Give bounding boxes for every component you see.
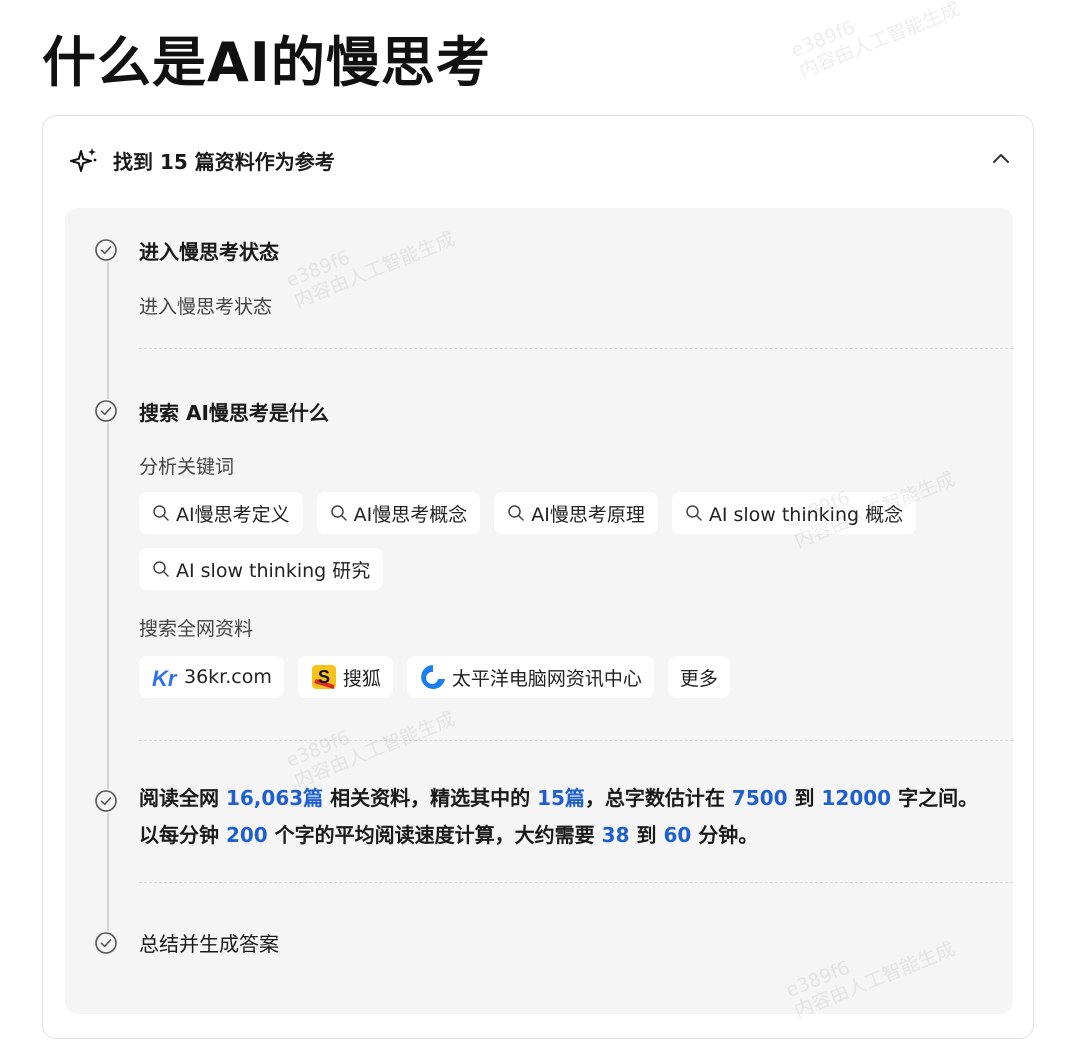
source-chip-pconline[interactable]: 太平洋电脑网资讯中心 <box>406 656 654 698</box>
search-icon <box>153 561 169 577</box>
search-icon <box>330 505 347 521</box>
source-chip-sohu[interactable]: S 搜狐 <box>297 656 393 698</box>
step-divider <box>139 740 1013 741</box>
references-card: 找到 15 篇资料作为参考 进入慢思考状态 进入慢思考状态 搜索 AI慢思考是什… <box>42 115 1034 1039</box>
pconline-logo <box>419 663 447 691</box>
source-chip-label: 36kr.com <box>184 666 272 688</box>
source-chip-label: 搜狐 <box>342 667 381 690</box>
keyword-chip[interactable]: AI慢思考概念 <box>316 492 481 534</box>
keyword-chip-label: AI慢思考定义 <box>176 503 290 526</box>
keywords-label: 分析关键词 <box>139 456 235 478</box>
keyword-chip[interactable]: AI slow thinking 研究 <box>139 548 384 590</box>
total-docs-count: 16,063篇 <box>225 786 324 810</box>
step-detail-enter-slow-thinking: 进入慢思考状态 <box>139 296 273 318</box>
svg-text:Kr: Kr <box>152 666 178 691</box>
min-minutes: 38 <box>601 823 630 847</box>
keyword-chip-label: AI慢思考原理 <box>531 503 645 526</box>
min-words: 7500 <box>731 786 788 810</box>
more-sources-button[interactable]: 更多 <box>667 656 730 698</box>
references-header-text: 找到 15 篇资料作为参考 <box>113 149 335 174</box>
reading-summary: 阅读全网 16,063篇 相关资料，精选其中的 15篇，总字数估计在 7500 … <box>139 786 979 847</box>
keyword-chips-row: AI slow thinking 研究 <box>139 548 384 590</box>
search-icon <box>508 505 524 521</box>
search-icon <box>153 505 169 521</box>
svg-text:S: S <box>318 667 330 687</box>
sources-label: 搜索全网资料 <box>139 618 254 640</box>
max-minutes: 60 <box>663 823 692 847</box>
keyword-chip[interactable]: AI慢思考定义 <box>139 492 303 534</box>
source-chip-36kr[interactable]: Kr 36kr.com <box>139 656 284 698</box>
keyword-chip-label: AI slow thinking 概念 <box>708 503 904 526</box>
check-circle-icon <box>94 238 118 262</box>
step-title-search: 搜索 AI慢思考是什么 <box>139 401 329 425</box>
step-divider <box>139 882 1013 883</box>
timeline-line <box>107 256 109 948</box>
source-chip-label: 太平洋电脑网资讯中心 <box>451 667 642 690</box>
check-circle-icon <box>94 399 118 423</box>
check-circle-icon <box>94 789 118 813</box>
keyword-chip[interactable]: AI slow thinking 概念 <box>671 492 917 534</box>
more-sources-label: 更多 <box>679 667 718 690</box>
selected-docs-count: 15篇 <box>537 786 585 810</box>
chevron-up-icon[interactable] <box>989 147 1013 171</box>
reasoning-steps-panel: 进入慢思考状态 进入慢思考状态 搜索 AI慢思考是什么 分析关键词 AI慢思考定… <box>65 208 1013 1022</box>
watermark: e389f6内容由人工智能生成 <box>787 0 964 83</box>
step-title-enter-slow-thinking: 进入慢思考状态 <box>139 240 279 264</box>
sohu-logo: S <box>310 663 338 691</box>
step-title-summarize: 总结并生成答案 <box>139 932 279 956</box>
step-divider <box>139 348 1013 349</box>
keyword-chips-row: AI慢思考定义 AI慢思考概念 AI慢思考原理 AI slow thinking… <box>139 492 917 534</box>
watermark: e389f6内容由人工智能生成 <box>282 227 459 313</box>
sparkle-icon <box>70 148 97 172</box>
source-chips-row: Kr 36kr.com S 搜狐 太平洋电脑网资讯中心 更多 <box>139 656 730 698</box>
watermark: e389f6内容由人工智能生成 <box>782 937 959 1023</box>
keyword-chip-label: AI慢思考概念 <box>353 503 468 526</box>
search-icon <box>686 505 702 521</box>
36kr-logo: Kr <box>151 663 179 691</box>
check-circle-icon <box>94 931 118 955</box>
references-header[interactable]: 找到 15 篇资料作为参考 <box>69 144 335 176</box>
page-title: 什么是AI的慢思考 <box>42 31 491 94</box>
keyword-chip-label: AI slow thinking 研究 <box>176 559 371 582</box>
keyword-chip[interactable]: AI慢思考原理 <box>494 492 658 534</box>
reading-speed: 200 <box>225 823 268 847</box>
max-words: 12000 <box>821 786 892 810</box>
